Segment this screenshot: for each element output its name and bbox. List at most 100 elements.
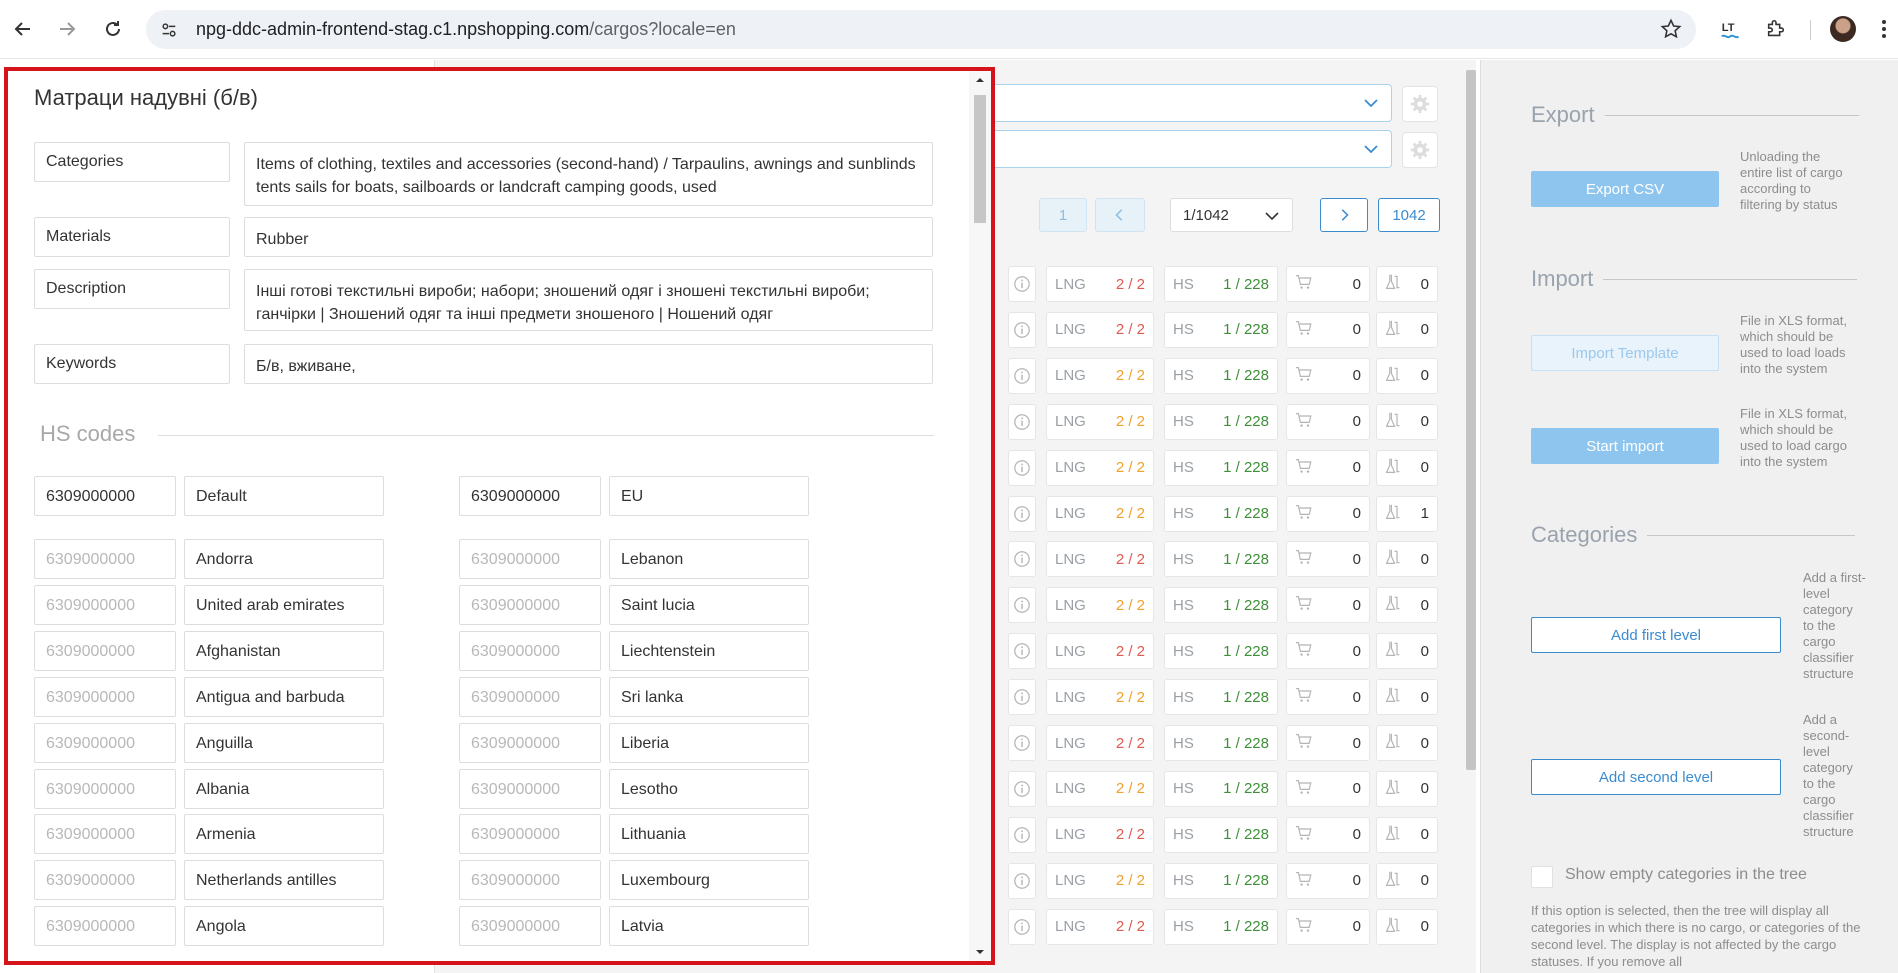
hs-code-input[interactable]: 6309000000 bbox=[459, 814, 601, 855]
hs-code-input[interactable]: 6309000000 bbox=[34, 722, 176, 763]
table-row[interactable]: LNG 2 / 2 HS 1 / 228 0 0 bbox=[996, 679, 1440, 716]
info-icon[interactable] bbox=[1008, 816, 1036, 853]
table-row[interactable]: LNG 2 / 2 HS 1 / 228 0 0 bbox=[996, 357, 1440, 394]
cart-icon bbox=[1295, 549, 1313, 569]
hs-code-input[interactable]: 6309000000 bbox=[34, 630, 176, 671]
add-second-level-button[interactable]: Add second level bbox=[1531, 759, 1781, 795]
hs-cell: HS 1 / 228 bbox=[1164, 770, 1278, 807]
hs-code-input[interactable]: 6309000000 bbox=[34, 860, 176, 901]
address-bar[interactable]: npg-ddc-admin-frontend-stag.c1.npshoppin… bbox=[146, 10, 1696, 49]
lng-value: 2 / 2 bbox=[1115, 642, 1145, 660]
modal-scroll-thumb[interactable] bbox=[974, 95, 986, 223]
hs-code-input[interactable]: 6309000000 bbox=[459, 768, 601, 809]
table-row[interactable]: LNG 2 / 2 HS 1 / 228 0 0 bbox=[996, 449, 1440, 486]
hs-code-input[interactable]: 6309000000 bbox=[459, 584, 601, 625]
modal-scrollbar[interactable] bbox=[969, 71, 991, 961]
lab-cell: 0 bbox=[1376, 357, 1438, 394]
table-row[interactable]: LNG 2 / 2 HS 1 / 228 0 0 bbox=[996, 587, 1440, 624]
info-icon[interactable] bbox=[1008, 770, 1036, 807]
back-button[interactable] bbox=[8, 14, 38, 44]
table-row[interactable]: LNG 2 / 2 HS 1 / 228 0 0 bbox=[996, 725, 1440, 761]
filter-settings-button-1[interactable] bbox=[1402, 86, 1438, 122]
cart-cell: 0 bbox=[1286, 908, 1370, 945]
hs-value: 1 / 228 bbox=[1223, 780, 1269, 798]
hs-code-input[interactable]: 6309000000 bbox=[459, 722, 601, 763]
bookmark-star-icon[interactable] bbox=[1660, 18, 1682, 40]
hs-code-input[interactable]: 6309000000 bbox=[34, 814, 176, 855]
table-row[interactable]: LNG 2 / 2 HS 1 / 228 0 0 bbox=[996, 908, 1440, 945]
import-template-label: Import Template bbox=[1571, 344, 1679, 362]
filter-select-1[interactable] bbox=[980, 84, 1392, 122]
table-row[interactable]: LNG 2 / 2 HS 1 / 228 0 0 bbox=[996, 862, 1440, 899]
cart-count: 0 bbox=[1352, 734, 1361, 752]
translate-extension-icon[interactable]: LT bbox=[1718, 15, 1746, 43]
table-row[interactable]: LNG 2 / 2 HS 1 / 228 0 0 bbox=[996, 311, 1440, 348]
table-row[interactable]: LNG 2 / 2 HS 1 / 228 0 0 bbox=[996, 541, 1440, 578]
hs-code-default[interactable]: 6309000000 bbox=[34, 476, 176, 516]
show-empty-categories-checkbox[interactable] bbox=[1531, 866, 1553, 888]
export-description: Unloading the entire list of cargo accor… bbox=[1740, 149, 1843, 212]
info-icon[interactable] bbox=[1008, 908, 1036, 945]
scroll-down-arrow-icon[interactable] bbox=[975, 947, 985, 957]
profile-avatar[interactable] bbox=[1830, 16, 1856, 42]
hs-code-input[interactable]: 6309000000 bbox=[459, 906, 601, 947]
cart-icon bbox=[1295, 595, 1313, 615]
hs-code-input[interactable]: 6309000000 bbox=[459, 860, 601, 901]
hs-cell: HS 1 / 228 bbox=[1164, 357, 1278, 394]
hs-code-input[interactable]: 6309000000 bbox=[34, 584, 176, 625]
hs-code-input[interactable]: 6309000000 bbox=[34, 539, 176, 579]
filter-select-2[interactable] bbox=[980, 130, 1392, 168]
page-last-button[interactable]: 1042 bbox=[1378, 198, 1440, 232]
export-csv-button[interactable]: Export CSV bbox=[1531, 171, 1719, 207]
table-row[interactable]: LNG 2 / 2 HS 1 / 228 0 0 bbox=[996, 403, 1440, 440]
cart-icon bbox=[1295, 733, 1313, 753]
table-row[interactable]: LNG 2 / 2 HS 1 / 228 0 1 bbox=[996, 495, 1440, 532]
extensions-puzzle-icon[interactable] bbox=[1762, 15, 1790, 43]
hs-code-eu[interactable]: 6309000000 bbox=[459, 476, 601, 516]
table-row[interactable]: LNG 2 / 2 HS 1 / 228 0 0 bbox=[996, 266, 1440, 302]
hs-code-input[interactable]: 6309000000 bbox=[459, 539, 601, 579]
language-cell: LNG 2 / 2 bbox=[1046, 816, 1154, 853]
hs-label: HS bbox=[1173, 596, 1194, 614]
hs-cell: HS 1 / 228 bbox=[1164, 266, 1278, 302]
flask-icon bbox=[1385, 870, 1401, 892]
info-icon[interactable] bbox=[1008, 725, 1036, 761]
menu-kebab-icon[interactable] bbox=[1870, 15, 1898, 43]
main-scrollbar[interactable] bbox=[1466, 70, 1476, 770]
info-icon[interactable] bbox=[1008, 357, 1036, 394]
hs-value: 1 / 228 bbox=[1223, 872, 1269, 890]
site-info-icon[interactable] bbox=[156, 17, 182, 43]
page-first-button[interactable]: 1 bbox=[1039, 198, 1087, 232]
start-import-button[interactable]: Start import bbox=[1531, 428, 1719, 464]
hs-code-input[interactable]: 6309000000 bbox=[459, 676, 601, 717]
hs-code-input[interactable]: 6309000000 bbox=[459, 630, 601, 671]
scroll-up-arrow-icon[interactable] bbox=[975, 75, 985, 85]
table-row[interactable]: LNG 2 / 2 HS 1 / 228 0 0 bbox=[996, 633, 1440, 670]
info-icon[interactable] bbox=[1008, 449, 1036, 486]
page-select[interactable]: 1/1042 bbox=[1170, 198, 1293, 232]
table-row[interactable]: LNG 2 / 2 HS 1 / 228 0 0 bbox=[996, 770, 1440, 807]
info-icon[interactable] bbox=[1008, 311, 1036, 348]
info-icon[interactable] bbox=[1008, 679, 1036, 716]
reload-button[interactable] bbox=[98, 14, 128, 44]
info-icon[interactable] bbox=[1008, 633, 1036, 670]
info-icon[interactable] bbox=[1008, 862, 1036, 899]
info-icon[interactable] bbox=[1008, 587, 1036, 624]
info-icon[interactable] bbox=[1008, 541, 1036, 578]
info-icon[interactable] bbox=[1008, 266, 1036, 302]
page-next-button[interactable] bbox=[1320, 198, 1368, 232]
export-title: Export bbox=[1531, 102, 1595, 127]
add-first-level-button[interactable]: Add first level bbox=[1531, 617, 1781, 653]
import-template-button[interactable]: Import Template bbox=[1531, 335, 1719, 371]
hs-code-input[interactable]: 6309000000 bbox=[34, 906, 176, 947]
table-row[interactable]: LNG 2 / 2 HS 1 / 228 0 0 bbox=[996, 816, 1440, 853]
cart-icon bbox=[1295, 504, 1313, 524]
lng-value: 2 / 2 bbox=[1115, 918, 1145, 936]
filter-settings-button-2[interactable] bbox=[1402, 132, 1438, 168]
hs-code-input[interactable]: 6309000000 bbox=[34, 676, 176, 717]
info-icon[interactable] bbox=[1008, 403, 1036, 440]
info-icon[interactable] bbox=[1008, 495, 1036, 532]
page-prev-button[interactable] bbox=[1095, 198, 1145, 232]
forward-button[interactable] bbox=[52, 14, 82, 44]
hs-code-input[interactable]: 6309000000 bbox=[34, 768, 176, 809]
